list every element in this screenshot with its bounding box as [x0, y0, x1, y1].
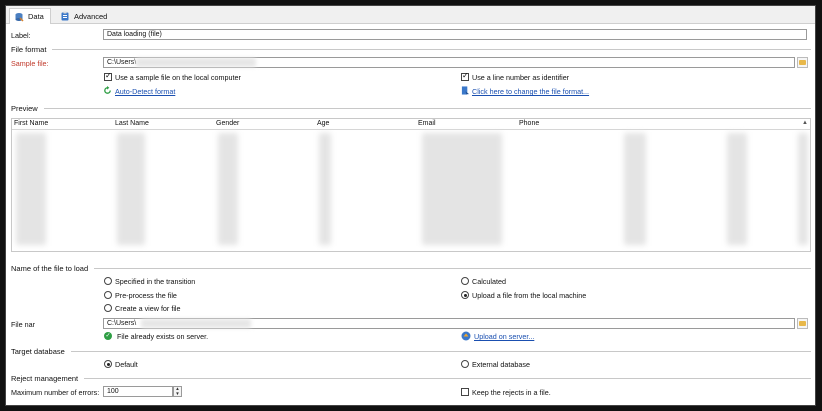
sample-file-label: Sample file: [11, 59, 49, 68]
file-format-section: File format [11, 44, 811, 54]
browse-sample-button[interactable] [797, 57, 808, 68]
sample-file-path: C:\Users\ [107, 59, 137, 66]
tab-advanced-label: Advanced [74, 11, 108, 21]
external-db-label: External database [472, 360, 530, 369]
file-name-label: File nar [11, 320, 35, 329]
file-to-load-title: Name of the file to load [11, 263, 89, 273]
label-field-label: Label: [11, 31, 31, 40]
external-db-radio[interactable] [461, 360, 469, 368]
create-view-label: Create a view for file [115, 304, 181, 313]
preview-title: Preview [11, 103, 38, 113]
redacted-path [141, 319, 251, 328]
col-gender: Gender [216, 120, 240, 127]
tab-bar: Data Advanced [6, 6, 815, 24]
tab-data-label: Data [28, 12, 44, 21]
refresh-icon [104, 86, 111, 94]
specified-radio[interactable] [104, 277, 112, 285]
redacted-column [727, 133, 747, 245]
redacted-column [117, 133, 145, 245]
preprocess-radio[interactable] [104, 291, 112, 299]
max-errors-input[interactable]: 100 [103, 386, 173, 397]
redacted-column [624, 133, 646, 245]
specified-label: Specified in the transition [115, 277, 196, 286]
default-db-label: Default [115, 360, 138, 369]
reject-section: Reject management [11, 373, 811, 383]
target-db-section: Target database [11, 346, 811, 356]
divider [94, 267, 811, 269]
change-format-link[interactable]: Click here to change the file format... [472, 87, 589, 96]
keep-rejects-label: Keep the rejects in a file. [472, 388, 551, 397]
divider [70, 350, 811, 352]
upload-label: Upload a file from the local machine [472, 291, 587, 300]
col-age: Age [317, 120, 330, 127]
tab-data[interactable]: Data [9, 8, 51, 24]
divider [43, 107, 811, 109]
divider [84, 377, 811, 379]
divider [52, 48, 811, 50]
check-circle-icon: ✓ [104, 332, 112, 340]
scroll-up-icon[interactable]: ▲ [802, 120, 808, 126]
folder-icon [799, 321, 806, 326]
redacted-column [218, 133, 238, 245]
grid-header: First Name Last Name Gender Age Email Ph… [12, 119, 810, 130]
file-to-load-section: Name of the file to load [11, 263, 811, 273]
max-errors-stepper[interactable]: ▲ ▼ [173, 386, 182, 397]
upload-radio[interactable] [461, 291, 469, 299]
upload-cloud-icon [461, 331, 471, 341]
redacted-column [319, 133, 331, 245]
preview-section: Preview [11, 103, 811, 113]
use-sample-local-label: Use a sample file on the local computer [115, 73, 241, 82]
use-line-number-label: Use a line number as identifier [472, 73, 570, 82]
preview-grid[interactable]: First Name Last Name Gender Age Email Ph… [11, 118, 811, 252]
file-format-icon [461, 86, 470, 95]
redacted-column [798, 133, 808, 245]
redacted-column [16, 133, 46, 245]
data-panel: Label: Data loading (file) File format S… [6, 24, 815, 405]
default-db-radio[interactable] [104, 360, 112, 368]
use-sample-local-checkbox[interactable] [104, 71, 112, 81]
redacted-column [422, 133, 502, 245]
redacted-path [136, 58, 256, 67]
col-last-name: Last Name [115, 120, 149, 127]
upload-server-link[interactable]: Upload on server... [474, 332, 534, 341]
file-name-path: C:\Users\ [107, 320, 137, 327]
label-input[interactable]: Data loading (file) [103, 29, 807, 40]
clipboard-icon [61, 11, 69, 21]
preprocess-label: Pre-process the file [115, 291, 177, 300]
col-phone: Phone [519, 120, 540, 127]
col-first-name: First Name [14, 120, 49, 127]
tab-advanced[interactable]: Advanced [56, 8, 113, 24]
auto-detect-link[interactable]: Auto-Detect format [115, 87, 175, 96]
dialog-window: Data Advanced Label: Data loading (file)… [5, 5, 816, 406]
col-email: Email [418, 120, 436, 127]
folder-icon [799, 60, 806, 65]
file-format-title: File format [11, 44, 47, 54]
calculated-radio[interactable] [461, 277, 469, 285]
reject-title: Reject management [11, 373, 79, 383]
keep-rejects-checkbox[interactable] [461, 388, 469, 396]
file-exists-status: File already exists on server. [117, 332, 209, 341]
target-db-title: Target database [11, 346, 65, 356]
calculated-label: Calculated [472, 277, 506, 286]
browse-file-button[interactable] [797, 318, 808, 329]
use-line-number-checkbox[interactable] [461, 71, 469, 81]
create-view-radio[interactable] [104, 304, 112, 312]
max-errors-label: Maximum number of errors: [11, 388, 100, 397]
database-icon [15, 12, 24, 22]
